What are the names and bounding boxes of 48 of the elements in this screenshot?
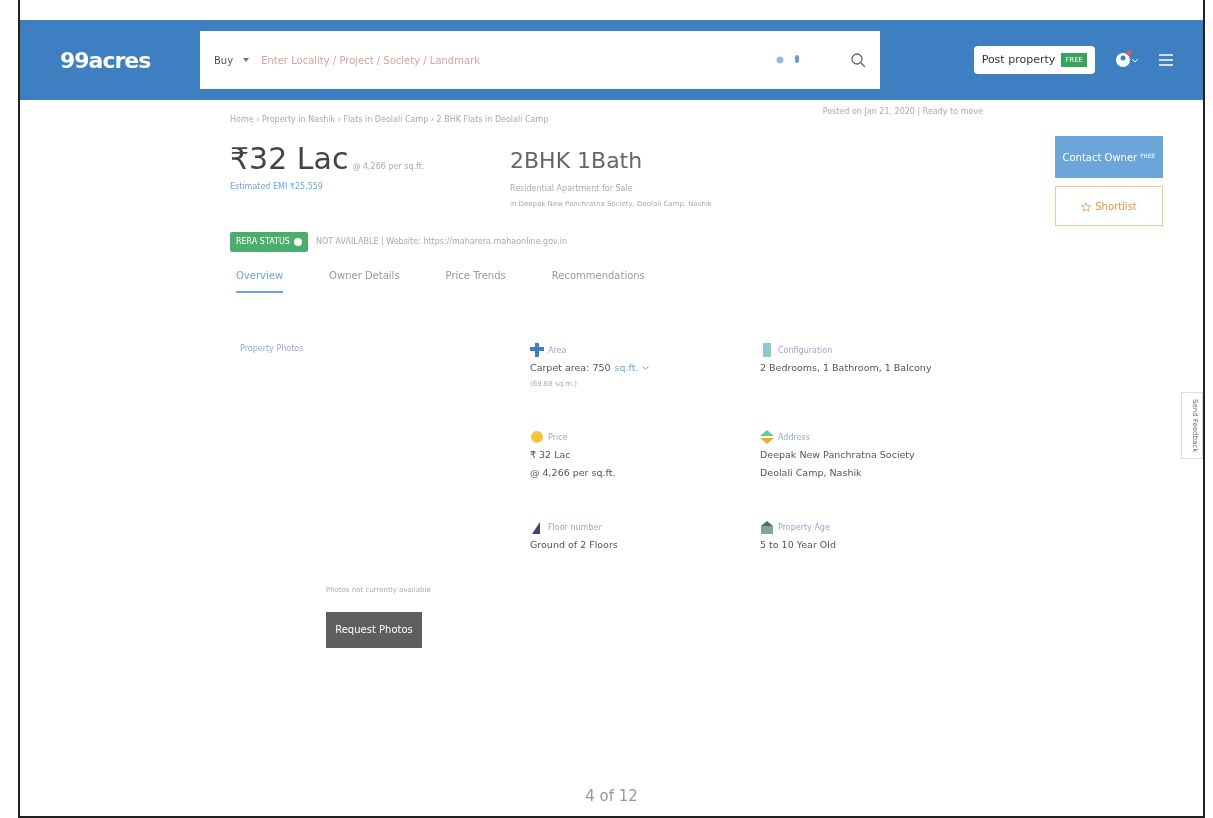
area-icon	[530, 343, 544, 357]
detail-value: ₹ 32 Lac	[530, 447, 572, 462]
detail-label: Configuration	[778, 345, 833, 357]
building-icon	[760, 343, 774, 357]
category-dropdown[interactable]: Buy	[214, 52, 234, 68]
detail-value: Deepak New Panchratna Society	[760, 447, 916, 462]
search-field[interactable]: Buy Enter Locality / Project / Society / Landmark	[200, 31, 880, 89]
search-icon[interactable]	[850, 52, 866, 68]
chevron-icon[interactable]	[642, 365, 650, 371]
emi-link[interactable]: Estimated EMI ₹25,559	[230, 181, 510, 193]
unit-dropdown[interactable]: sq.ft.	[614, 361, 639, 376]
detail-label: Address	[778, 431, 810, 444]
photos-heading: Property Photos	[240, 343, 305, 355]
posted-date: Posted on Jan 21, 2020 | Ready to move	[822, 106, 983, 118]
coin-icon	[530, 429, 544, 444]
star-icon	[1081, 201, 1092, 212]
rera-status-badge: RERA STATUS	[230, 232, 308, 252]
listing-subtitle: Residential Apartment for Sale	[510, 183, 634, 195]
detail-label: Property Age	[778, 522, 830, 535]
page-number: 4 of 12	[585, 787, 638, 805]
user-icon[interactable]	[1115, 50, 1139, 70]
rera-status-text: NOT AVAILABLE | Website: https://maharera.mahaonline.gov.in	[315, 236, 568, 248]
section-tab[interactable]: Owner Details	[329, 260, 400, 293]
price: ₹32 Lac	[230, 140, 349, 178]
detail-value: 2 Bedrooms, 1 Bathroom, 1 Balcony	[760, 361, 933, 375]
site-logo[interactable]: 99acres	[60, 43, 180, 77]
contact-owner-button[interactable]: Contact Owner $^{FREE}$	[1055, 136, 1163, 178]
detail-value: 5 to 10 Year Old	[760, 538, 837, 553]
breadcrumb: Home › Property in Nashik › Flats in Deolali Camp › 2 BHK Flats in Deolali Camp	[230, 114, 550, 126]
shortlist-button[interactable]: Shortlist	[1055, 186, 1163, 226]
caret-icon[interactable]	[243, 58, 250, 62]
price-rate: @ 4,266 per sq.ft.	[352, 161, 425, 173]
house-icon	[760, 520, 774, 535]
section-tab[interactable]: Price Trends	[445, 260, 506, 293]
clear-icon[interactable]	[776, 56, 784, 64]
microphone-icon[interactable]	[794, 55, 800, 65]
menu-icon[interactable]	[1159, 54, 1173, 66]
section-tab[interactable]: Recommendations	[551, 260, 645, 293]
detail-value: Deolali Camp, Nashik	[760, 466, 863, 480]
listing-title: 2BHK 1Bath	[510, 147, 644, 175]
detail-label: Area	[548, 345, 567, 357]
section-tab[interactable]: Overview	[236, 260, 284, 293]
detail-label: Floor number	[548, 522, 602, 535]
detail-value: Carpet area: 750	[530, 361, 611, 375]
detail-value: Ground of 2 Floors	[530, 538, 619, 553]
detail-value: @ 4,266 per sq.ft.	[530, 466, 617, 480]
request-photos-button[interactable]: Request Photos	[326, 611, 422, 648]
detail-label: Price	[548, 431, 568, 444]
